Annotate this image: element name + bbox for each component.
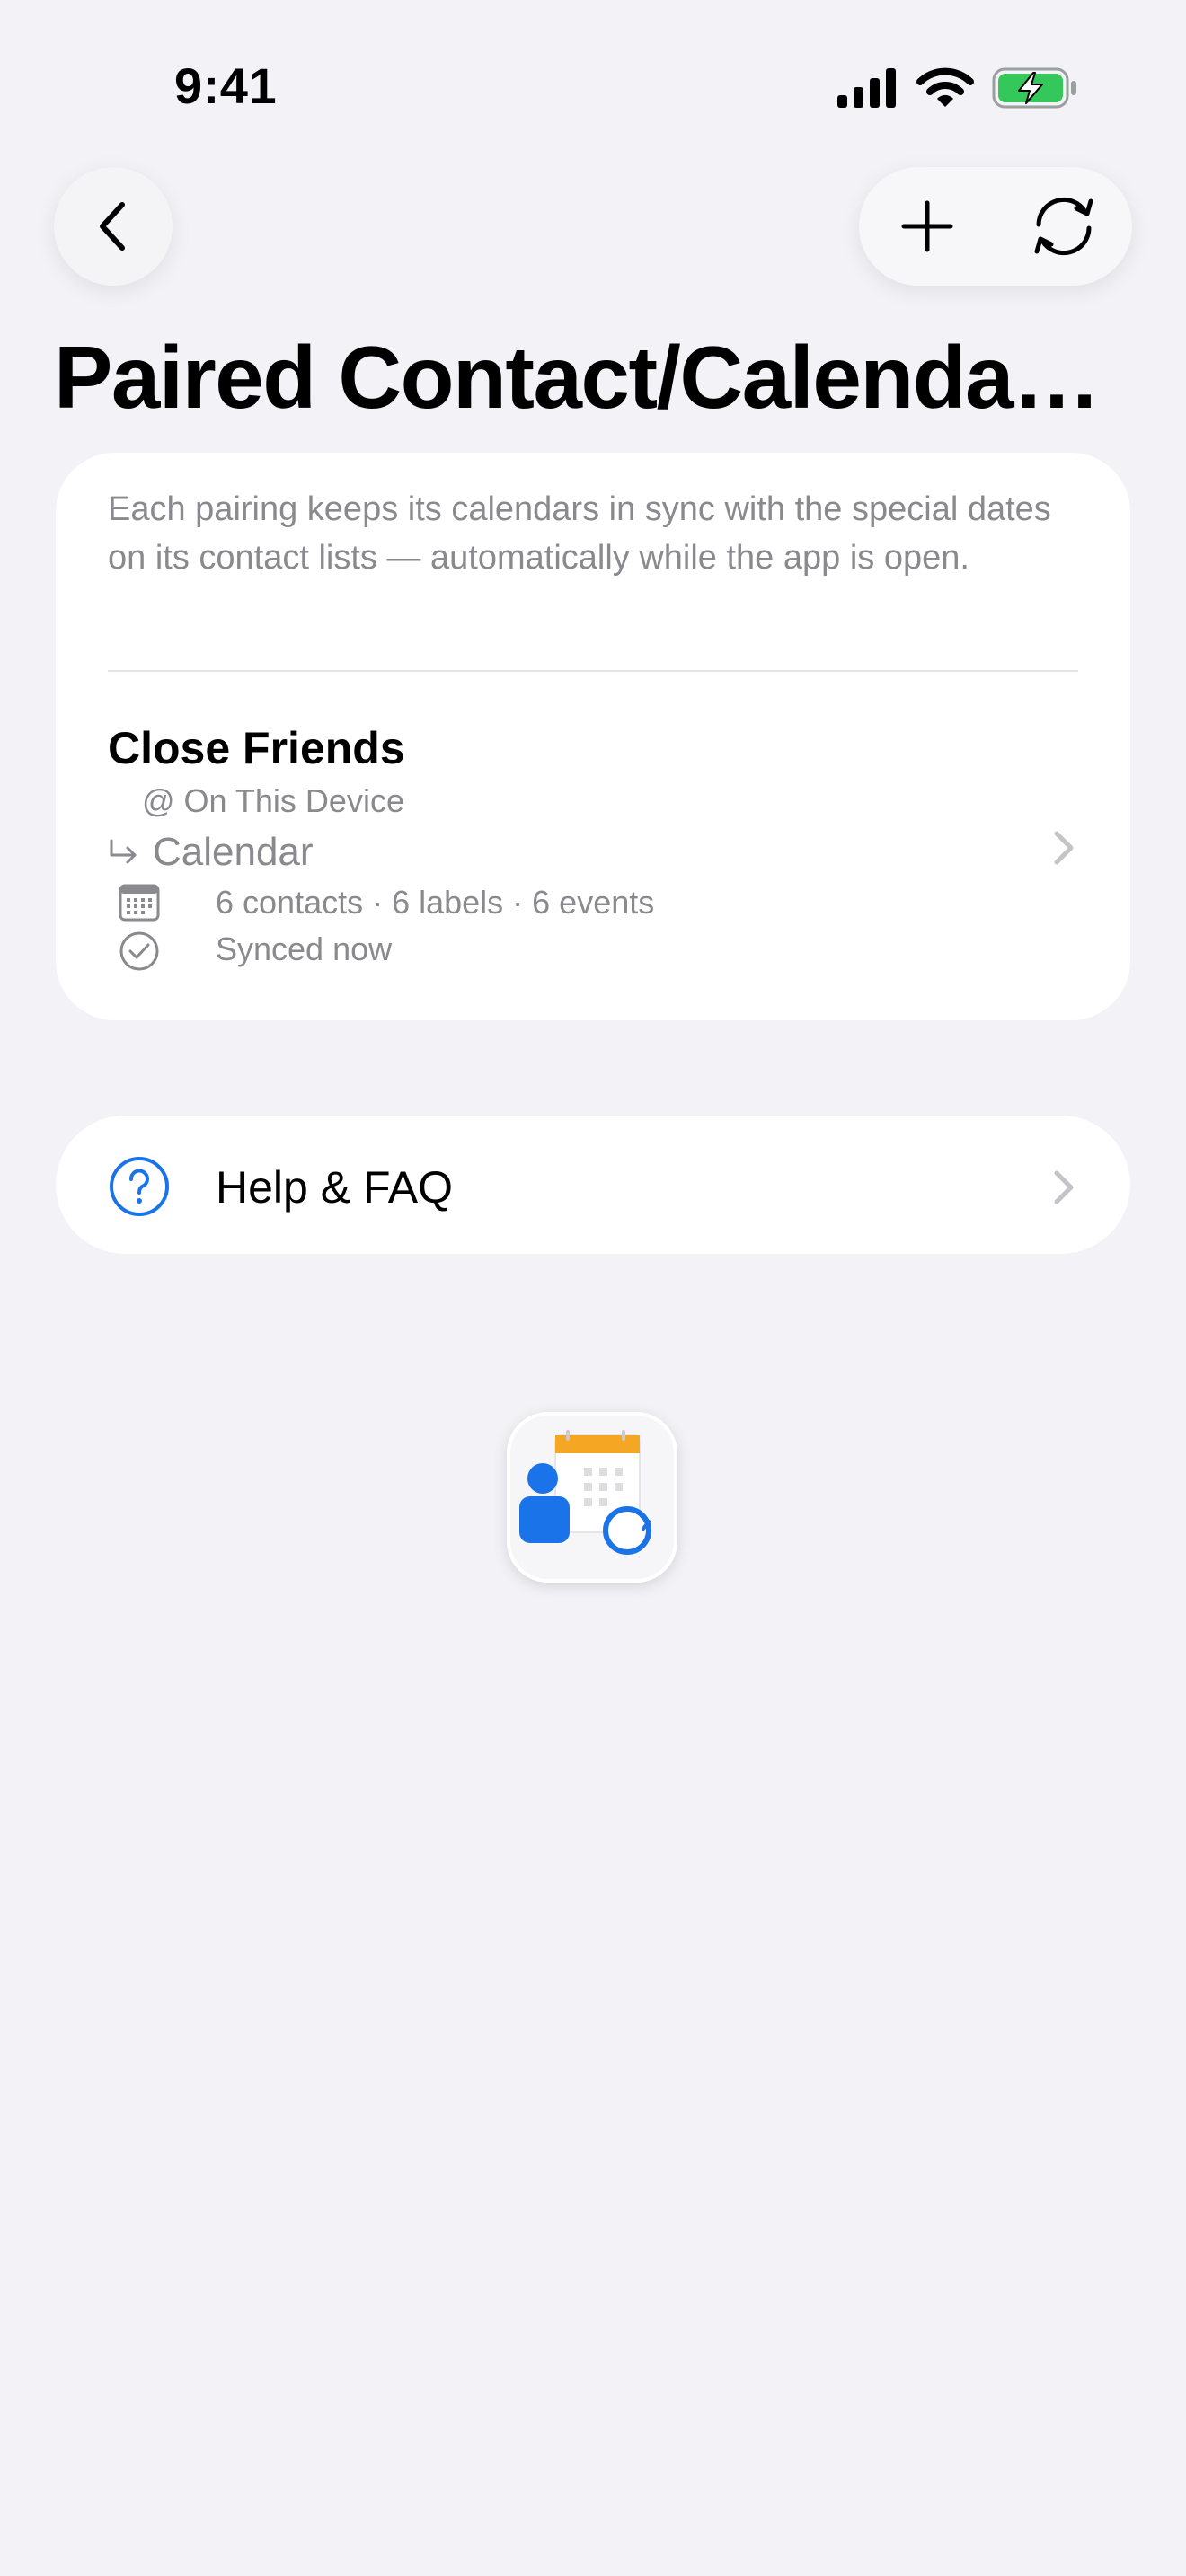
arrow-turn-right-icon bbox=[110, 839, 137, 864]
pairing-account: @ On This Device bbox=[142, 782, 404, 819]
toolbar-actions bbox=[859, 167, 1132, 286]
pairings-intro-text: Each pairing keeps its calendars in sync… bbox=[108, 490, 1051, 577]
checkmark-circle-icon bbox=[119, 931, 159, 971]
app-logo-icon bbox=[519, 1430, 651, 1555]
status-icons bbox=[836, 63, 1078, 113]
add-button[interactable] bbox=[859, 167, 996, 286]
cellular-signal-icon bbox=[837, 68, 896, 108]
page-title: Paired Contact/Calenda… bbox=[54, 328, 1101, 427]
calendar-icon bbox=[119, 884, 160, 922]
sync-button[interactable] bbox=[996, 167, 1132, 286]
divider bbox=[108, 670, 1078, 672]
back-button[interactable] bbox=[54, 167, 173, 286]
sync-arrows-icon bbox=[1034, 197, 1093, 256]
app-icon bbox=[507, 1412, 677, 1583]
chevron-right-icon bbox=[1054, 1170, 1074, 1204]
help-faq-label: Help & FAQ bbox=[216, 1162, 453, 1213]
wifi-icon bbox=[916, 67, 974, 107]
pairing-title: Close Friends bbox=[108, 723, 405, 773]
chevron-left-icon bbox=[100, 202, 125, 251]
pairing-sync-status: Synced now bbox=[216, 931, 393, 967]
status-time: 9:41 bbox=[174, 57, 278, 114]
pairing-target-label: Calendar bbox=[153, 830, 314, 874]
battery-charging-icon bbox=[992, 67, 1076, 109]
pairing-target: Calendar bbox=[108, 828, 314, 877]
question-circle-icon bbox=[110, 1157, 169, 1216]
chevron-right-icon bbox=[1054, 831, 1074, 865]
plus-icon bbox=[901, 200, 953, 252]
pairing-stats: 6 contacts · 6 labels · 6 events bbox=[216, 884, 655, 921]
